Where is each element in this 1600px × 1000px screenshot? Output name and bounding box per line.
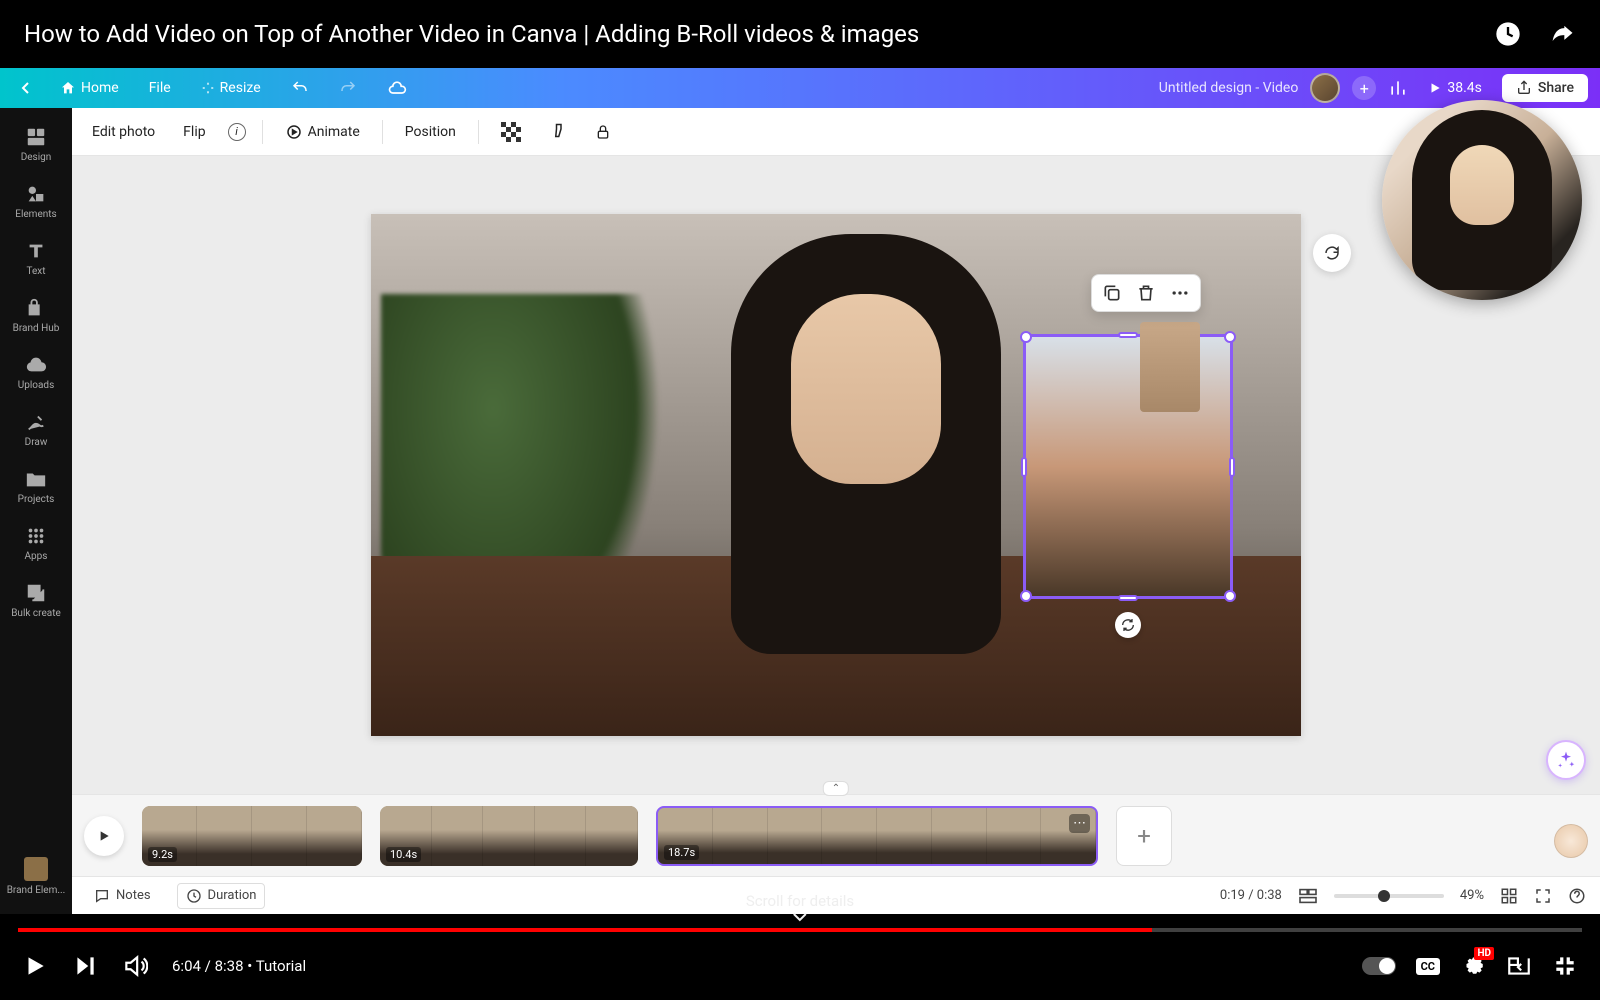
youtube-controls: 6:04 / 8:38 • Tutorial CC HD (0, 932, 1600, 1000)
yt-play-icon[interactable] (22, 953, 48, 979)
resize-handle-tr[interactable] (1224, 331, 1236, 343)
preview-play-button[interactable]: 38.4s (1420, 74, 1490, 102)
file-menu[interactable]: File (141, 74, 179, 102)
timeline-time: 0:19 / 0:38 (1220, 888, 1282, 903)
channel-watermark[interactable] (1554, 824, 1588, 858)
timeline-clip-3[interactable]: Page 3 18.7s ⋯ (656, 806, 1098, 866)
sidebar-uploads[interactable]: Uploads (0, 344, 72, 401)
zoom-slider[interactable] (1334, 894, 1444, 898)
yt-cc-button[interactable]: CC (1416, 958, 1440, 975)
canva-top-bar: Home File Resize Untitled design - Video… (0, 68, 1600, 108)
resize-handle-tl[interactable] (1020, 331, 1032, 343)
add-page-button[interactable]: + (1116, 806, 1172, 866)
sidebar-draw[interactable]: Draw (0, 401, 72, 458)
add-collaborator-button[interactable]: + (1352, 76, 1376, 100)
context-toolbar: Edit photo Flip i Animate Position (72, 108, 1600, 156)
document-title[interactable]: Untitled design - Video (1159, 80, 1299, 96)
resize-handle-bottom[interactable] (1118, 595, 1138, 601)
sidebar-brand-elements[interactable]: Brand Elem... (0, 847, 72, 906)
notes-button[interactable]: Notes (86, 884, 159, 908)
yt-settings-icon[interactable]: HD (1460, 951, 1486, 981)
narrator-webcam-overlay (1382, 100, 1582, 300)
sidebar-brand-hub[interactable]: Brand Hub (0, 287, 72, 344)
back-button[interactable] (12, 75, 38, 101)
view-mode-icon[interactable] (1298, 888, 1318, 904)
scroll-for-details: Scroll for details (746, 892, 854, 922)
youtube-time: 6:04 / 8:38 • Tutorial (172, 957, 306, 975)
youtube-title-bar: How to Add Video on Top of Another Video… (0, 0, 1600, 68)
yt-fullscreen-exit-icon[interactable] (1552, 953, 1578, 979)
share-icon[interactable] (1548, 20, 1576, 48)
timeline-clip-1[interactable]: 9.2s (142, 806, 362, 866)
youtube-scrubber[interactable]: Scroll for details (0, 914, 1600, 932)
timeline-clip-2[interactable]: 10.4s (380, 806, 638, 866)
video-timeline[interactable]: ⌃ 9.2s 10.4s Page 3 18.7s ⋯ + (72, 794, 1600, 876)
refresh-canvas-button[interactable] (1313, 234, 1351, 272)
magic-ai-button[interactable] (1546, 740, 1586, 780)
zoom-percent[interactable]: 49% (1460, 888, 1484, 903)
selected-overlay-image[interactable] (1023, 334, 1233, 599)
duration-button[interactable]: Duration (177, 883, 266, 909)
timeline-collapse-button[interactable]: ⌃ (823, 781, 849, 796)
timeline-play-button[interactable] (84, 816, 124, 856)
video-title: How to Add Video on Top of Another Video… (24, 20, 919, 48)
sidebar-bulk-create[interactable]: Bulk create (0, 572, 72, 629)
flip-button[interactable]: Flip (177, 120, 211, 144)
resize-menu[interactable]: Resize (193, 74, 269, 102)
fullscreen-icon[interactable] (1534, 887, 1552, 905)
resize-handle-top[interactable] (1118, 332, 1138, 338)
undo-button[interactable] (283, 73, 317, 103)
home-button[interactable]: Home (52, 74, 127, 102)
cloud-sync-icon[interactable] (379, 72, 415, 104)
yt-autoplay-toggle[interactable] (1362, 957, 1396, 975)
sidebar-projects[interactable]: Projects (0, 458, 72, 515)
info-icon[interactable]: i (228, 123, 246, 141)
sidebar-apps[interactable]: Apps (0, 515, 72, 572)
resize-handle-bl[interactable] (1020, 590, 1032, 602)
yt-volume-icon[interactable] (122, 953, 148, 979)
analytics-icon[interactable] (1388, 78, 1408, 98)
youtube-title-actions (1494, 20, 1576, 48)
canvas-workspace[interactable] (72, 156, 1600, 794)
resize-handle-left[interactable] (1021, 457, 1027, 477)
selection-toolbar (1091, 274, 1201, 312)
grid-view-icon[interactable] (1500, 887, 1518, 905)
more-icon[interactable] (1170, 283, 1190, 303)
rotate-handle[interactable] (1115, 612, 1141, 638)
canva-app: Home File Resize Untitled design - Video… (0, 68, 1600, 914)
clip-menu-icon[interactable]: ⋯ (1069, 814, 1090, 833)
help-icon[interactable] (1568, 887, 1586, 905)
share-button[interactable]: Share (1502, 74, 1588, 102)
sidebar-design[interactable]: Design (0, 116, 72, 173)
watch-later-icon[interactable] (1494, 20, 1522, 48)
animate-button[interactable]: Animate (279, 119, 366, 145)
lock-icon[interactable] (589, 119, 617, 145)
video-canvas[interactable] (371, 214, 1301, 736)
user-avatar[interactable] (1310, 73, 1340, 103)
yt-next-icon[interactable] (72, 953, 98, 979)
copy-style-icon[interactable] (543, 118, 573, 146)
edit-photo-button[interactable]: Edit photo (86, 120, 161, 144)
duplicate-icon[interactable] (1102, 283, 1122, 303)
transparency-icon[interactable] (495, 118, 527, 146)
resize-handle-br[interactable] (1224, 590, 1236, 602)
yt-theater-icon[interactable] (1506, 953, 1532, 979)
resize-handle-right[interactable] (1229, 457, 1235, 477)
sidebar-elements[interactable]: Elements (0, 173, 72, 230)
position-button[interactable]: Position (399, 120, 462, 144)
redo-button[interactable] (331, 73, 365, 103)
delete-icon[interactable] (1136, 283, 1156, 303)
canva-sidebar: Design Elements Text Brand Hub Uploads D… (0, 108, 72, 914)
sidebar-text[interactable]: Text (0, 230, 72, 287)
